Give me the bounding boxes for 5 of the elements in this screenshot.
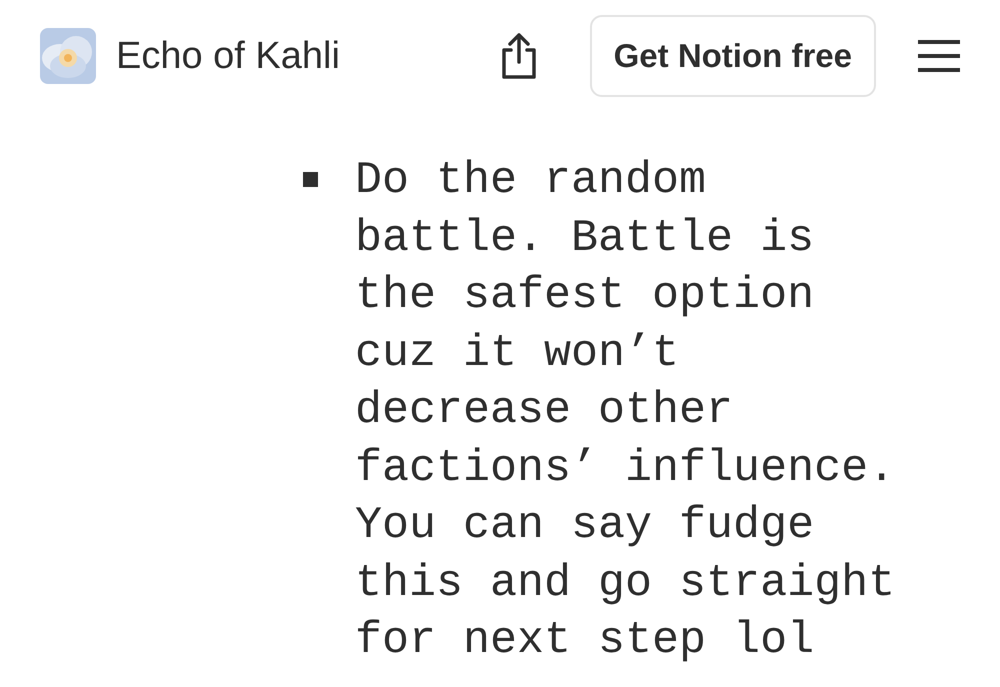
- list-item-text: Do the random battle. Battle is the safest option cuz it won’t decrease other factions’ influence. You can say fudge this and go straight for next step lol: [355, 154, 896, 668]
- page-title: Echo of Kahli: [116, 34, 340, 78]
- menu-icon[interactable]: [918, 39, 960, 73]
- get-notion-button[interactable]: Get Notion free: [590, 15, 876, 97]
- bullet-icon: [303, 172, 318, 187]
